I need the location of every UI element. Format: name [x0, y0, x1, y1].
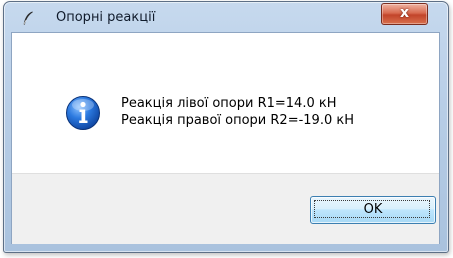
button-panel: OK — [12, 173, 439, 244]
window-title: Опорні реакції — [56, 10, 156, 25]
close-button[interactable]: x — [381, 3, 428, 25]
message-text: Реакція лівої опори R1=14.0 кН Реакція п… — [121, 95, 354, 129]
feather-icon — [23, 11, 33, 25]
left-support-reaction-text: Реакція лівої опори R1=14.0 кН — [121, 96, 337, 111]
information-icon — [66, 96, 100, 130]
dialog-body: Реакція лівої опори R1=14.0 кН Реакція п… — [11, 32, 440, 244]
ok-button-label: OK — [363, 202, 383, 217]
ok-button[interactable]: OK — [310, 196, 436, 224]
close-icon: x — [399, 5, 410, 21]
message-dialog-window: Опорні реакції x Реакція лівої опори R1=… — [3, 1, 449, 253]
message-area: Реакція лівої опори R1=14.0 кН Реакція п… — [12, 33, 439, 173]
title-bar[interactable]: Опорні реакції x — [4, 2, 448, 32]
right-support-reaction-text: Реакція правої опори R2=-19.0 кН — [121, 113, 354, 128]
